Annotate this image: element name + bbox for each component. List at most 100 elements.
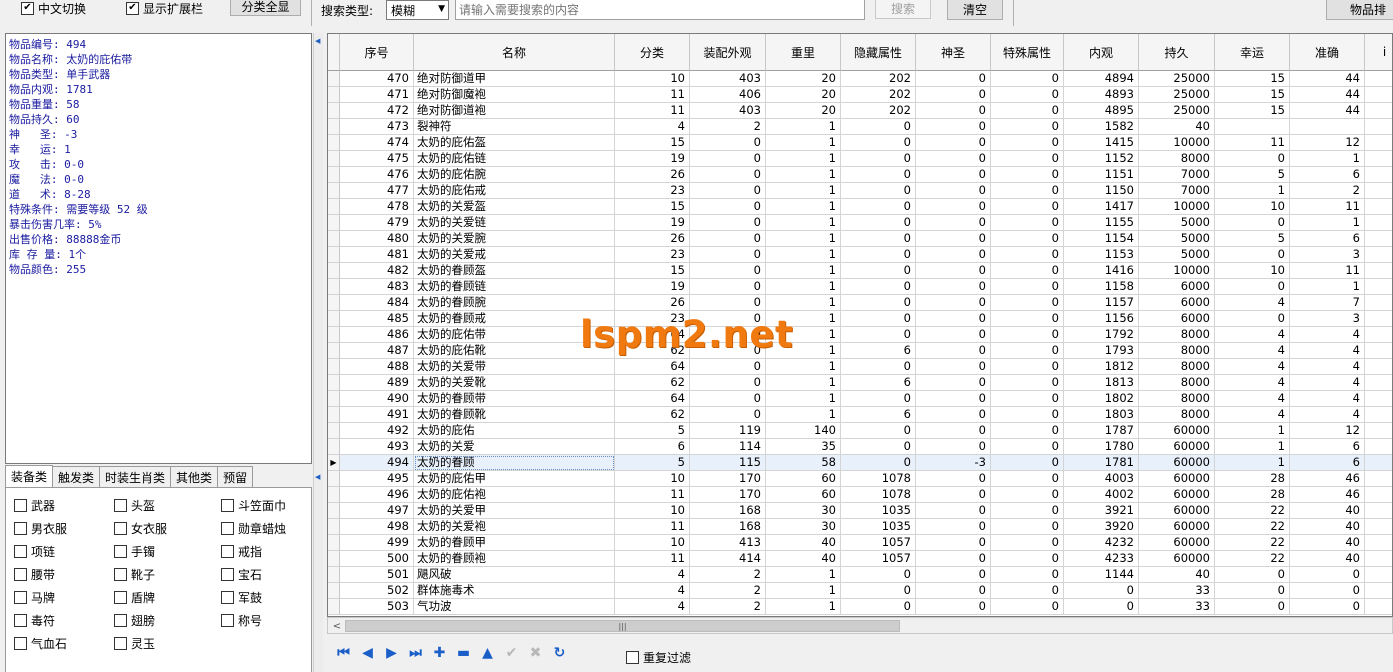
row-indicator[interactable] (328, 167, 340, 183)
table-cell[interactable]: 472 (340, 103, 414, 119)
table-cell[interactable]: 202 (841, 103, 916, 119)
table-cell[interactable]: 0 (916, 567, 991, 583)
tab-1[interactable]: 触发类 (52, 466, 101, 487)
row-indicator[interactable] (328, 567, 340, 583)
select-all-categories-button[interactable]: 分类全显 (230, 0, 301, 16)
table-cell[interactable]: 23 (615, 311, 690, 327)
table-cell[interactable]: 6 (1290, 455, 1365, 471)
table-cell[interactable]: 0 (991, 247, 1064, 263)
table-cell[interactable]: 绝对防御道甲 (414, 71, 615, 87)
table-cell[interactable]: 0 (991, 519, 1064, 535)
table-cell[interactable]: 0 (841, 263, 916, 279)
table-cell[interactable]: 494 (340, 455, 414, 471)
table-row[interactable]: 487 太奶的庇佑靴 62 0 1 6 0 0 1793 8000 4 4 (328, 343, 1392, 359)
table-row[interactable]: 499 太奶的眷顾甲 10 413 40 1057 0 0 4232 60000 22 40 (328, 535, 1392, 551)
table-cell[interactable]: 0 (841, 599, 916, 615)
table-cell[interactable]: 5 (1215, 231, 1290, 247)
table-cell[interactable]: 0 (916, 87, 991, 103)
table-cell[interactable]: 0 (916, 583, 991, 599)
table-cell[interactable]: 406 (690, 87, 766, 103)
table-cell[interactable]: 0 (841, 215, 916, 231)
table-cell[interactable]: 1 (766, 151, 841, 167)
table-cell[interactable]: 0 (690, 295, 766, 311)
table-cell[interactable]: 0 (1215, 151, 1290, 167)
table-cell[interactable]: 477 (340, 183, 414, 199)
table-row[interactable]: 481 太奶的关爱戒 23 0 1 0 0 0 1153 5000 0 3 (328, 247, 1392, 263)
table-cell[interactable]: 22 (1215, 503, 1290, 519)
table-cell[interactable]: 10 (615, 471, 690, 487)
table-cell[interactable]: 0 (690, 375, 766, 391)
current-row-icon[interactable]: ▶ (328, 455, 340, 471)
table-cell[interactable]: 476 (340, 167, 414, 183)
table-cell[interactable]: 7000 (1139, 183, 1215, 199)
table-cell[interactable]: 1 (766, 231, 841, 247)
table-cell[interactable]: 15 (615, 135, 690, 151)
table-cell[interactable]: 0 (991, 567, 1064, 583)
category-checkbox[interactable]: 靴子 (114, 566, 155, 582)
table-cell[interactable]: 0 (841, 119, 916, 135)
table-cell[interactable]: 1 (1290, 151, 1365, 167)
table-cell[interactable]: 11 (615, 551, 690, 567)
table-cell[interactable] (1365, 343, 1392, 359)
table-cell[interactable]: 太奶的庇佑腕 (414, 167, 615, 183)
table-row[interactable]: 482 太奶的眷顾盔 15 0 1 0 0 0 1416 10000 10 11 (328, 263, 1392, 279)
table-cell[interactable]: 0 (1215, 599, 1290, 615)
search-button[interactable]: 搜索 (875, 0, 931, 19)
table-cell[interactable]: 0 (916, 343, 991, 359)
table-cell[interactable]: 479 (340, 215, 414, 231)
table-cell[interactable]: 0 (916, 359, 991, 375)
table-cell[interactable]: 7000 (1139, 167, 1215, 183)
table-cell[interactable]: 1416 (1064, 263, 1139, 279)
table-cell[interactable]: 0 (1290, 567, 1365, 583)
table-cell[interactable]: 22 (1215, 551, 1290, 567)
table-cell[interactable]: 20 (766, 71, 841, 87)
table-cell[interactable]: 1157 (1064, 295, 1139, 311)
table-cell[interactable]: 0 (916, 407, 991, 423)
table-cell[interactable]: 0 (916, 247, 991, 263)
table-cell[interactable]: 0 (916, 487, 991, 503)
table-cell[interactable] (1365, 567, 1392, 583)
table-cell[interactable]: 1 (766, 119, 841, 135)
table-cell[interactable]: 0 (841, 423, 916, 439)
table-cell[interactable]: 15 (1215, 87, 1290, 103)
table-cell[interactable]: 170 (690, 471, 766, 487)
table-row[interactable]: 478 太奶的关爱盔 15 0 1 0 0 0 1417 10000 10 11 (328, 199, 1392, 215)
table-cell[interactable]: 1 (1215, 423, 1290, 439)
table-cell[interactable]: 0 (690, 407, 766, 423)
table-cell[interactable]: 25000 (1139, 71, 1215, 87)
table-cell[interactable]: 470 (340, 71, 414, 87)
table-cell[interactable]: 4003 (1064, 471, 1139, 487)
table-cell[interactable]: 20 (766, 87, 841, 103)
table-cell[interactable]: 44 (1290, 71, 1365, 87)
category-checkbox[interactable]: 女衣服 (114, 520, 167, 536)
table-cell[interactable] (1290, 119, 1365, 135)
table-cell[interactable]: 10000 (1139, 263, 1215, 279)
table-cell[interactable]: 太奶的关爱链 (414, 215, 615, 231)
table-row[interactable]: 471 绝对防御魔袍 11 406 20 202 0 0 4893 25000 15 44 (328, 87, 1392, 103)
table-cell[interactable] (1365, 231, 1392, 247)
table-cell[interactable]: 0 (991, 439, 1064, 455)
table-cell[interactable]: 4 (615, 599, 690, 615)
table-cell[interactable]: 475 (340, 151, 414, 167)
table-cell[interactable]: 0 (991, 471, 1064, 487)
table-cell[interactable]: 太奶的庇佑 (414, 423, 615, 439)
table-cell[interactable]: 1154 (1064, 231, 1139, 247)
table-cell[interactable] (1365, 519, 1392, 535)
item-sort-button[interactable]: 物品排 (1326, 0, 1393, 20)
category-checkbox[interactable]: 斗笠面巾 (221, 497, 286, 513)
table-cell[interactable]: 15 (1215, 103, 1290, 119)
table-cell[interactable]: 486 (340, 327, 414, 343)
table-cell[interactable] (1365, 311, 1392, 327)
table-cell[interactable]: 11 (1215, 135, 1290, 151)
table-cell[interactable]: 1 (766, 135, 841, 151)
table-cell[interactable]: 0 (841, 151, 916, 167)
table-cell[interactable]: 0 (916, 263, 991, 279)
table-cell[interactable]: 太奶的眷顾带 (414, 391, 615, 407)
table-cell[interactable]: 1787 (1064, 423, 1139, 439)
table-cell[interactable]: 0 (1064, 583, 1139, 599)
table-cell[interactable]: 太奶的庇佑袍 (414, 487, 615, 503)
table-cell[interactable]: 1057 (841, 551, 916, 567)
row-indicator[interactable] (328, 183, 340, 199)
table-cell[interactable]: 1 (766, 599, 841, 615)
table-cell[interactable]: 20 (766, 103, 841, 119)
